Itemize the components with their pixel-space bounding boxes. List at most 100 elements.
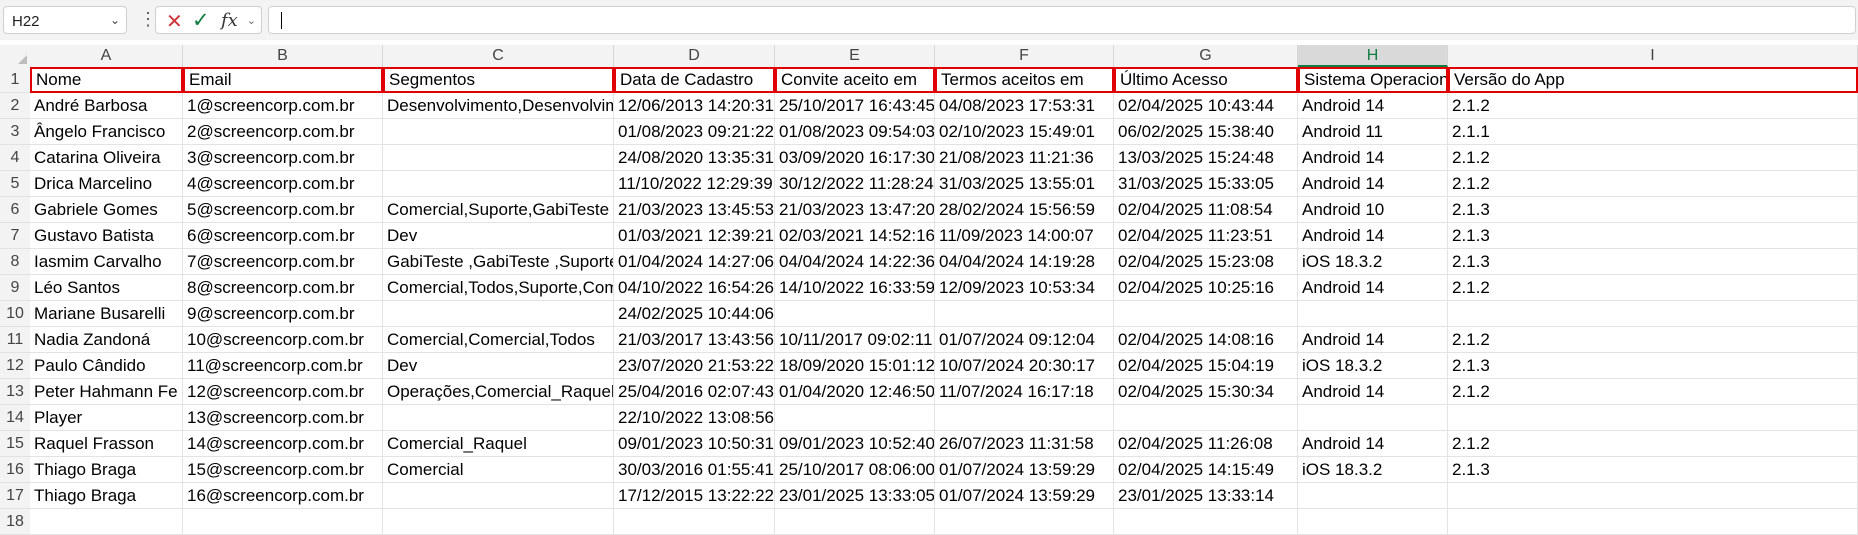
table-cell[interactable]: 02/04/2025 11:08:54 xyxy=(1114,197,1298,223)
row-header-8[interactable]: 8 xyxy=(0,249,30,275)
table-cell[interactable]: 02/04/2025 14:15:49 xyxy=(1114,457,1298,483)
table-cell[interactable] xyxy=(1114,509,1298,535)
table-cell[interactable] xyxy=(614,509,775,535)
table-cell[interactable] xyxy=(383,145,614,171)
table-cell[interactable]: Android 14 xyxy=(1298,379,1448,405)
chevron-down-icon[interactable]: ⌄ xyxy=(110,13,120,27)
table-cell[interactable]: 1@screencorp.com.br xyxy=(183,93,383,119)
row-header-3[interactable]: 3 xyxy=(0,119,30,145)
table-cell[interactable]: 02/04/2025 11:26:08 xyxy=(1114,431,1298,457)
table-cell[interactable] xyxy=(935,301,1114,327)
table-cell[interactable]: GabiTeste ,GabiTeste ,Suporte xyxy=(383,249,614,275)
table-cell[interactable]: Peter Hahmann Fe xyxy=(30,379,183,405)
table-cell[interactable] xyxy=(1298,405,1448,431)
row-header-11[interactable]: 11 xyxy=(0,327,30,353)
row-header-9[interactable]: 9 xyxy=(0,275,30,301)
table-cell[interactable]: Gustavo Batista xyxy=(30,223,183,249)
table-cell[interactable] xyxy=(1448,483,1858,509)
table-cell[interactable]: iOS 18.3.2 xyxy=(1298,457,1448,483)
table-cell[interactable]: 31/03/2025 13:55:01 xyxy=(935,171,1114,197)
table-cell[interactable]: 24/02/2025 10:44:06 xyxy=(614,301,775,327)
table-cell[interactable] xyxy=(1114,301,1298,327)
table-cell[interactable]: 16@screencorp.com.br xyxy=(183,483,383,509)
table-cell[interactable]: 01/07/2024 09:12:04 xyxy=(935,327,1114,353)
table-cell[interactable]: 31/03/2025 15:33:05 xyxy=(1114,171,1298,197)
header-cell-a[interactable]: Nome xyxy=(30,67,183,93)
table-cell[interactable]: Desenvolvimento,Desenvolvimento xyxy=(383,93,614,119)
table-cell[interactable]: 2.1.2 xyxy=(1448,275,1858,301)
header-cell-i[interactable]: Versão do App xyxy=(1448,67,1858,93)
table-cell[interactable]: 25/04/2016 02:07:43 xyxy=(614,379,775,405)
table-cell[interactable] xyxy=(775,301,935,327)
table-cell[interactable]: Comercial_Raquel xyxy=(383,431,614,457)
table-cell[interactable]: 30/12/2022 11:28:24 xyxy=(775,171,935,197)
column-header-c[interactable]: C xyxy=(383,45,614,67)
table-cell[interactable] xyxy=(383,483,614,509)
table-cell[interactable]: 01/04/2020 12:46:50 xyxy=(775,379,935,405)
table-cell[interactable]: 28/02/2024 15:56:59 xyxy=(935,197,1114,223)
table-cell[interactable]: 2.1.3 xyxy=(1448,197,1858,223)
table-cell[interactable]: 15@screencorp.com.br xyxy=(183,457,383,483)
table-cell[interactable]: Gabriele Gomes xyxy=(30,197,183,223)
table-cell[interactable] xyxy=(775,509,935,535)
table-cell[interactable]: Android 14 xyxy=(1298,327,1448,353)
table-cell[interactable]: Android 14 xyxy=(1298,93,1448,119)
table-cell[interactable]: 24/08/2020 13:35:31 xyxy=(614,145,775,171)
table-cell[interactable]: 21/03/2023 13:45:53 xyxy=(614,197,775,223)
row-header-12[interactable]: 12 xyxy=(0,353,30,379)
table-cell[interactable]: 6@screencorp.com.br xyxy=(183,223,383,249)
table-cell[interactable]: 02/04/2025 15:23:08 xyxy=(1114,249,1298,275)
table-cell[interactable]: 23/01/2025 13:33:14 xyxy=(1114,483,1298,509)
table-cell[interactable] xyxy=(383,119,614,145)
table-cell[interactable]: Android 14 xyxy=(1298,431,1448,457)
table-cell[interactable] xyxy=(1298,483,1448,509)
row-header-6[interactable]: 6 xyxy=(0,197,30,223)
table-cell[interactable]: Android 14 xyxy=(1298,171,1448,197)
table-cell[interactable]: 2.1.2 xyxy=(1448,379,1858,405)
table-cell[interactable]: 2.1.2 xyxy=(1448,431,1858,457)
table-cell[interactable]: 2.1.2 xyxy=(1448,327,1858,353)
table-cell[interactable]: Ângelo Francisco xyxy=(30,119,183,145)
table-cell[interactable]: 13/03/2025 15:24:48 xyxy=(1114,145,1298,171)
table-cell[interactable]: 09/01/2023 10:52:40 xyxy=(775,431,935,457)
header-cell-c[interactable]: Segmentos xyxy=(383,67,614,93)
table-cell[interactable]: Comercial,Todos,Suporte,Comercial xyxy=(383,275,614,301)
row-header-10[interactable]: 10 xyxy=(0,301,30,327)
table-cell[interactable]: 25/10/2017 16:43:45 xyxy=(775,93,935,119)
table-cell[interactable]: Android 14 xyxy=(1298,223,1448,249)
table-cell[interactable] xyxy=(383,405,614,431)
table-cell[interactable]: 02/04/2025 11:23:51 xyxy=(1114,223,1298,249)
column-header-d[interactable]: D xyxy=(614,45,775,67)
table-cell[interactable]: 2.1.2 xyxy=(1448,145,1858,171)
table-cell[interactable]: 13@screencorp.com.br xyxy=(183,405,383,431)
table-cell[interactable]: Paulo Cândido xyxy=(30,353,183,379)
table-cell[interactable]: 21/08/2023 11:21:36 xyxy=(935,145,1114,171)
table-cell[interactable]: 01/07/2024 13:59:29 xyxy=(935,457,1114,483)
table-cell[interactable]: 21/03/2017 13:43:56 xyxy=(614,327,775,353)
table-cell[interactable]: 04/08/2023 17:53:31 xyxy=(935,93,1114,119)
table-cell[interactable] xyxy=(383,301,614,327)
table-cell[interactable]: 04/04/2024 14:22:36 xyxy=(775,249,935,275)
table-cell[interactable]: Mariane Busarelli xyxy=(30,301,183,327)
row-header-13[interactable]: 13 xyxy=(0,379,30,405)
table-cell[interactable]: 01/04/2024 14:27:06 xyxy=(614,249,775,275)
table-cell[interactable] xyxy=(775,405,935,431)
chevron-down-icon[interactable]: ⌄ xyxy=(247,14,256,27)
header-cell-b[interactable]: Email xyxy=(183,67,383,93)
table-cell[interactable] xyxy=(935,509,1114,535)
table-cell[interactable]: 2@screencorp.com.br xyxy=(183,119,383,145)
table-cell[interactable]: 2.1.2 xyxy=(1448,171,1858,197)
table-cell[interactable]: Dev xyxy=(383,223,614,249)
table-cell[interactable]: 14@screencorp.com.br xyxy=(183,431,383,457)
table-cell[interactable]: Operações,Comercial_Raquel,Comercial xyxy=(383,379,614,405)
table-cell[interactable]: 12/06/2013 14:20:31 xyxy=(614,93,775,119)
table-cell[interactable] xyxy=(1114,405,1298,431)
table-cell[interactable]: Dev xyxy=(383,353,614,379)
table-cell[interactable] xyxy=(1448,509,1858,535)
table-cell[interactable]: Léo Santos xyxy=(30,275,183,301)
table-cell[interactable]: iOS 18.3.2 xyxy=(1298,353,1448,379)
table-cell[interactable]: 7@screencorp.com.br xyxy=(183,249,383,275)
table-cell[interactable]: Comercial,Comercial,Todos xyxy=(383,327,614,353)
row-header-7[interactable]: 7 xyxy=(0,223,30,249)
table-cell[interactable]: Android 14 xyxy=(1298,145,1448,171)
